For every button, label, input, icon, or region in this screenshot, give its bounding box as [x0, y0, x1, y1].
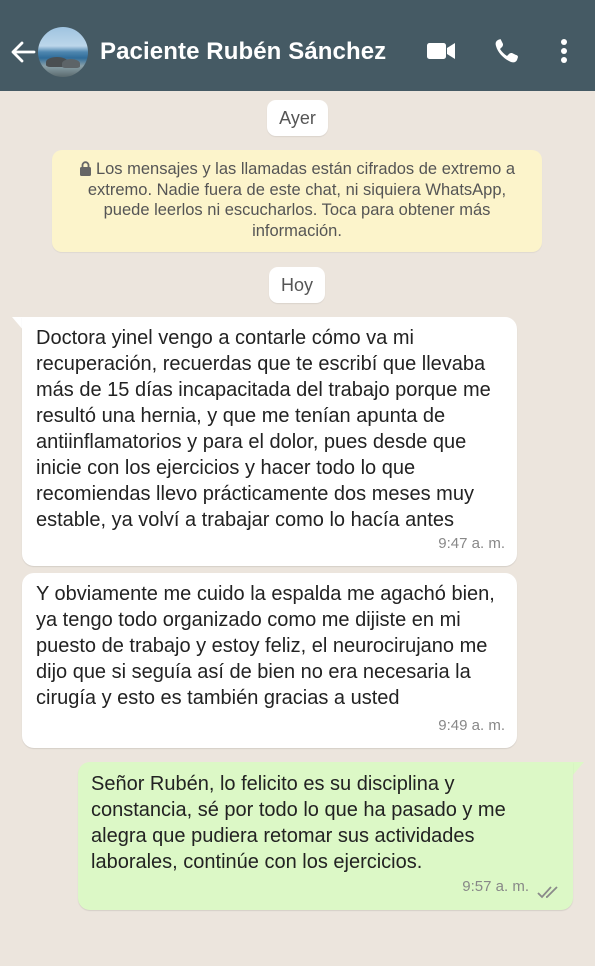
video-call-icon[interactable]	[426, 36, 456, 66]
encryption-notice-text: Los mensajes y las llamadas están cifrad…	[87, 160, 516, 240]
read-receipt-icon	[537, 886, 558, 899]
message-text: Doctora yinel vengo a contarle cómo va m…	[36, 327, 491, 531]
message-timestamp: 9:57 a. m.	[462, 878, 529, 895]
date-divider-today: Hoy	[269, 267, 325, 303]
date-divider-yesterday: Ayer	[267, 100, 328, 136]
contact-name[interactable]: Paciente Rubén Sánchez	[100, 38, 386, 66]
bubble-tail	[572, 762, 584, 776]
message-bubble-incoming[interactable]: Y obviamente me cuido la espalda me agac…	[22, 573, 517, 748]
chat-area[interactable]: Ayer Los mensajes y las llamadas están c…	[0, 91, 595, 966]
avatar[interactable]	[38, 27, 88, 77]
voice-call-icon[interactable]	[493, 36, 521, 66]
more-options-icon[interactable]	[557, 36, 571, 66]
message-timestamp: 9:47 a. m.	[438, 535, 505, 552]
back-arrow-icon[interactable]	[9, 38, 37, 66]
message-bubble-incoming[interactable]: Doctora yinel vengo a contarle cómo va m…	[22, 317, 517, 566]
message-text: Señor Rubén, lo felicito es su disciplin…	[91, 773, 506, 873]
message-text: Y obviamente me cuido la espalda me agac…	[36, 583, 495, 709]
lock-icon	[79, 161, 91, 176]
message-bubble-outgoing[interactable]: Señor Rubén, lo felicito es su disciplin…	[78, 762, 573, 910]
chat-header: Paciente Rubén Sánchez	[0, 0, 595, 91]
message-timestamp: 9:49 a. m.	[438, 717, 505, 734]
encryption-notice[interactable]: Los mensajes y las llamadas están cifrad…	[52, 150, 542, 252]
